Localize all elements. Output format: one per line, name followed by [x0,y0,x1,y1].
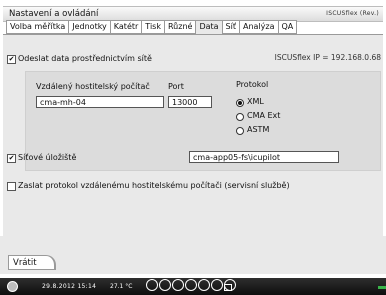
tab-jednotky[interactable]: Jednotky [69,20,111,34]
send-data-checkbox[interactable]: ✔ [7,55,16,64]
port-input[interactable]: 13000 [168,96,212,108]
tab-data[interactable]: Data [196,20,223,35]
slot-ring-icon [172,279,184,291]
tab-katetr[interactable]: Katétr [110,20,143,34]
data-settings-panel: ✔ Odeslat data prostřednictvím sítě ISCU… [3,34,383,237]
remote-computer-label: Vzdálený hostitelský počítač [36,82,150,91]
tab-sit[interactable]: Síť [222,20,240,34]
send-protocol-checkbox[interactable] [7,182,16,191]
tab-analyza[interactable]: Analýza [239,20,279,34]
network-storage-label: Síťové úložiště [18,153,77,162]
status-bar: 29.8.2012 15:14 27.1 °C [0,278,386,295]
send-protocol-label: Zaslat protokol vzdálenému hostitelskému… [18,181,290,190]
datetime-readout: 29.8.2012 15:14 [42,283,97,290]
tab-volba-meritka[interactable]: Volba měřítka [6,20,70,34]
tab-tisk[interactable]: Tisk [142,20,165,34]
slot-ring-icon [198,279,210,291]
ip-info: ISCUSflex IP = 192.168.0.68 [274,53,381,62]
tab-qa[interactable]: QA [278,20,298,34]
network-status-icon [224,284,232,291]
protocol-cma-ext-label: CMA Ext [247,111,281,120]
power-icon[interactable] [7,281,18,292]
protocol-xml-radio[interactable] [236,99,244,107]
window-title: Nastavení a ovládání [9,9,99,19]
protocol-xml-label: XML [247,97,264,106]
tab-bar: Volba měřítka Jednotky Katétr Tisk Různé… [6,20,298,35]
protocol-label: Protokol [236,80,269,89]
back-button[interactable]: Vrátit [8,255,56,270]
bottom-bar [0,236,386,274]
slot-ring-icon [211,279,223,291]
network-storage-checkbox[interactable]: ✔ [7,154,16,163]
temperature-readout: 27.1 °C [110,283,133,290]
sample-slot-indicators [146,279,236,291]
send-data-label: Odeslat data prostřednictvím sítě [18,54,152,63]
status-accent-bar [378,286,386,289]
port-label: Port [168,82,184,91]
network-storage-path-input[interactable]: cma-app05-fs\icupilot [189,151,339,163]
protocol-astm-label: ASTM [247,125,270,134]
slot-ring-icon [159,279,171,291]
remote-computer-input[interactable]: cma-mh-04 [36,96,164,108]
settings-window: Nastavení a ovládání ISCUSflex (Rev.) Vo… [0,0,386,295]
protocol-astm-radio[interactable] [236,127,244,135]
slot-ring-icon [185,279,197,291]
brand-label: ISCUSflex (Rev.) [326,10,379,17]
tab-ruzne[interactable]: Různé [164,20,197,34]
slot-ring-icon [146,279,158,291]
protocol-cma-ext-radio[interactable] [236,113,244,121]
